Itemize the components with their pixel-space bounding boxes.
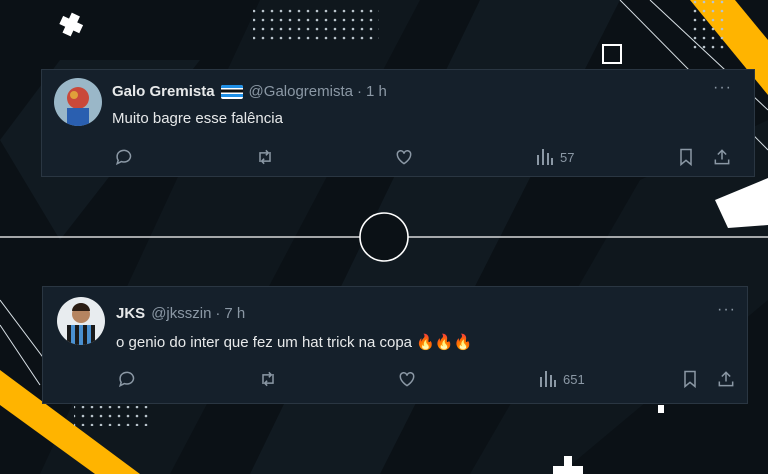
like-button[interactable] <box>394 147 414 167</box>
views-button[interactable]: 651 <box>539 369 585 389</box>
reply-button[interactable] <box>116 369 136 389</box>
share-icon <box>718 371 734 387</box>
like-icon <box>399 371 415 387</box>
flag-icon <box>220 84 243 99</box>
tweet-card[interactable]: Galo Gremista @Galogremista · 1 h ··· Mu… <box>41 69 755 177</box>
tweet-text: Muito bagre esse falência <box>112 110 283 127</box>
like-icon <box>396 149 412 165</box>
reply-icon <box>118 371 135 388</box>
reply-button[interactable] <box>113 147 133 167</box>
retweet-button[interactable] <box>258 369 278 389</box>
separator: · <box>356 83 362 100</box>
share-button[interactable] <box>712 147 732 167</box>
more-options-icon[interactable]: ··· <box>717 301 736 319</box>
views-button[interactable]: 57 <box>536 147 574 167</box>
like-button[interactable] <box>397 369 417 389</box>
tweet-text: o genio do inter que fez um hat trick na… <box>116 334 473 351</box>
bookmark-icon <box>680 148 692 167</box>
display-name[interactable]: JKS <box>116 305 145 322</box>
tweet-card[interactable]: JKS @jksszin · 7 h ··· o genio do inter … <box>42 286 748 404</box>
timestamp[interactable]: 1 h <box>366 83 387 100</box>
views-icon <box>537 149 553 165</box>
views-icon <box>540 371 556 387</box>
share-icon <box>714 149 730 165</box>
timestamp[interactable]: 7 h <box>224 305 245 322</box>
bookmark-icon <box>684 370 696 389</box>
bookmark-button[interactable] <box>680 369 700 389</box>
avatar[interactable] <box>54 78 102 126</box>
action-bar: 651 <box>43 369 747 391</box>
retweet-icon <box>262 371 274 387</box>
view-count: 651 <box>563 371 585 387</box>
separator: · <box>215 305 221 322</box>
retweet-button[interactable] <box>255 147 275 167</box>
more-options-icon[interactable]: ··· <box>713 79 732 97</box>
user-handle[interactable]: @jksszin <box>151 305 211 322</box>
view-count: 57 <box>560 149 575 165</box>
retweet-icon <box>259 149 271 165</box>
action-bar: 57 <box>42 147 754 169</box>
display-name[interactable]: Galo Gremista <box>112 83 215 100</box>
share-button[interactable] <box>716 369 736 389</box>
bookmark-button[interactable] <box>676 147 696 167</box>
reply-icon <box>115 149 132 166</box>
avatar[interactable] <box>57 297 105 345</box>
user-handle[interactable]: @Galogremista <box>249 83 353 100</box>
